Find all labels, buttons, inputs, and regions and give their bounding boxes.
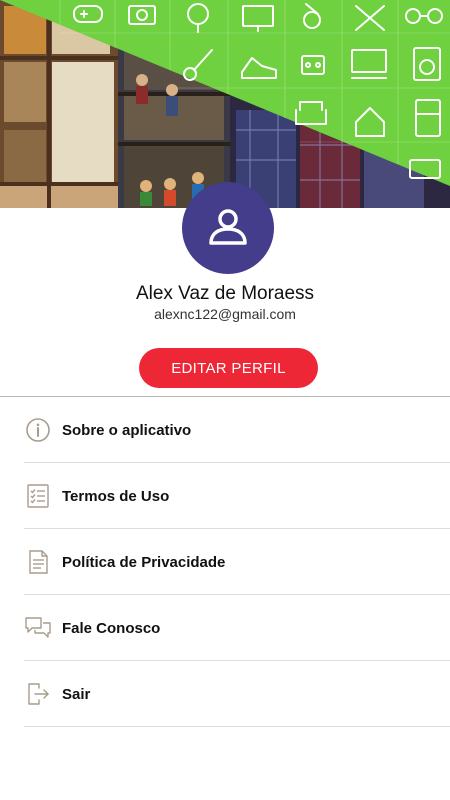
user-name: Alex Vaz de Moraess [135,283,315,304]
checklist-icon [25,483,51,509]
profile-banner [0,0,450,208]
info-icon [25,417,51,443]
edit-profile-button[interactable]: EDITAR PERFIL [139,348,318,388]
menu-item-label: Fale Conosco [62,619,161,637]
user-email: alexnc122@gmail.com [154,306,296,322]
banner-image [0,0,450,208]
menu-item-about[interactable]: Sobre o aplicativo [0,397,450,463]
exit-icon [25,681,51,707]
menu-item-label: Termos de Uso [62,487,170,505]
menu-item-label: Sair [62,685,91,703]
menu-item-privacy[interactable]: Política de Privacidade [0,529,450,595]
menu-item-contact[interactable]: Fale Conosco [0,595,450,661]
document-icon [25,549,51,575]
menu-item-logout[interactable]: Sair [0,661,450,727]
menu-item-terms[interactable]: Termos de Uso [0,463,450,529]
avatar[interactable] [182,182,274,274]
chat-icon [25,615,51,641]
menu-item-label: Sobre o aplicativo [62,421,192,439]
settings-menu: Sobre o aplicativo Termos de Uso Polític… [0,397,450,727]
menu-item-label: Política de Privacidade [62,553,226,571]
user-icon [209,209,247,245]
